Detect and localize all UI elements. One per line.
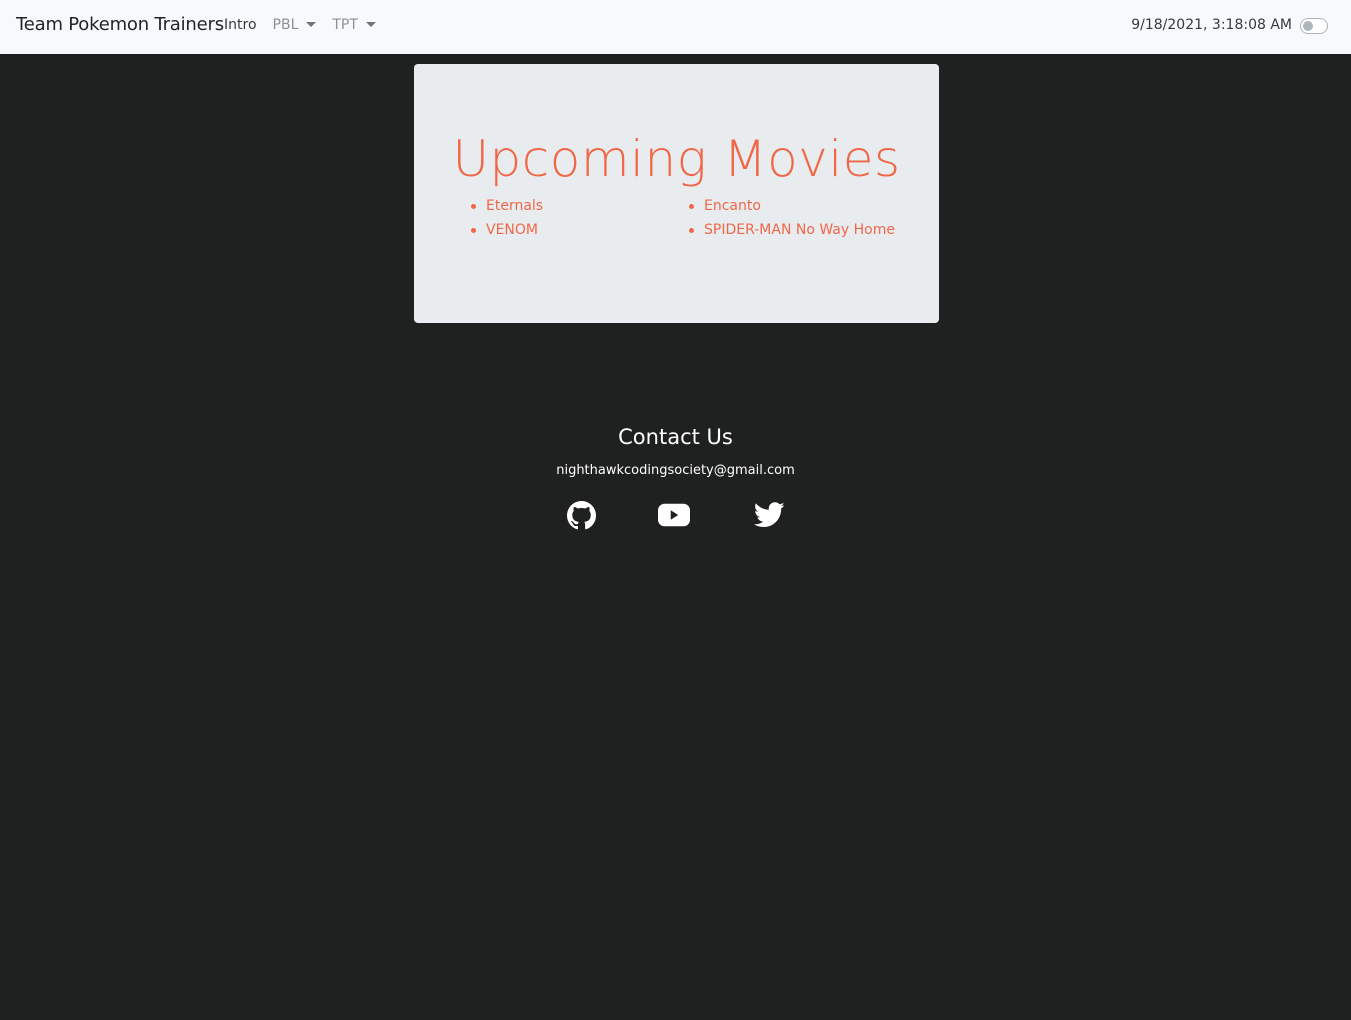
nav-dropdown-pbl[interactable]: PBL: [273, 17, 317, 33]
clock-display: 9/18/2021, 3:18:08 AM: [1131, 17, 1292, 33]
movie-item: SPIDER-MAN No Way Home: [688, 222, 895, 246]
nav-dropdown-tpt[interactable]: TPT: [332, 17, 376, 33]
movie-list-right: Encanto SPIDER-MAN No Way Home: [688, 198, 895, 246]
caret-down-icon: [306, 21, 317, 27]
contact-email-link[interactable]: nighthawkcodingsociety@gmail.com: [0, 463, 1351, 478]
panel-title: Upcoming Movies: [452, 130, 901, 188]
nav-links: Intro PBL TPT: [224, 17, 392, 33]
youtube-icon[interactable]: [658, 500, 690, 530]
github-icon[interactable]: [565, 500, 597, 530]
twitter-icon[interactable]: [753, 500, 785, 530]
caret-down-icon: [365, 21, 376, 27]
nav-dropdown-tpt-label: TPT: [332, 17, 358, 33]
navbar: Team Pokemon Trainers Intro PBL TPT 9/18…: [0, 0, 1351, 54]
contact-title: Contact Us: [618, 425, 733, 449]
nav-dropdown-pbl-label: PBL: [272, 17, 299, 33]
movie-item: Encanto: [688, 198, 895, 222]
nav-link-intro[interactable]: Intro: [224, 17, 257, 33]
toggle-knob: [1303, 21, 1313, 31]
upcoming-movies-panel: Upcoming Movies Eternals VENOM Encanto S…: [414, 64, 939, 323]
movie-list-left: Eternals VENOM: [470, 198, 543, 246]
movie-item: VENOM: [470, 222, 543, 246]
theme-toggle-switch[interactable]: [1300, 18, 1328, 34]
movie-item: Eternals: [470, 198, 543, 222]
brand-link[interactable]: Team Pokemon Trainers: [16, 14, 224, 35]
